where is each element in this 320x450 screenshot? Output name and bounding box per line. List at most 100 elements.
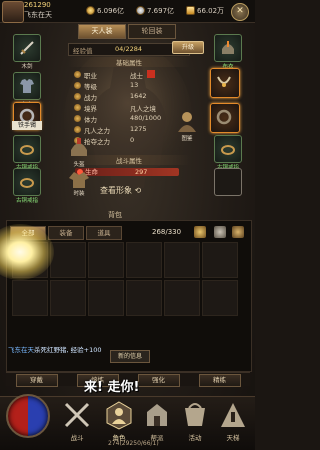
ring-icon — [20, 178, 34, 188]
stat-row: 体力 480/1000 — [74, 114, 174, 124]
bell-icon[interactable] — [214, 226, 226, 238]
sort-icon[interactable] — [194, 226, 206, 238]
stat-key: 体力 — [84, 116, 97, 124]
equip-slot-bracelet-right[interactable] — [210, 103, 240, 133]
bracelet-icon — [216, 109, 232, 125]
stat-row: 等级 13 — [74, 81, 174, 91]
view-appearance-label: 查看形象 — [100, 186, 132, 195]
bag-capacity: 268/330 — [152, 228, 182, 236]
player-avatar[interactable] — [2, 1, 24, 23]
equip-slot-ring-left[interactable]: 古铜戒指 — [13, 135, 41, 171]
equip-slot-empty[interactable] — [214, 168, 242, 196]
class-flag-icon — [147, 70, 155, 78]
bag-cell[interactable] — [126, 280, 162, 316]
gold-display: 6.096亿 — [86, 5, 124, 16]
stat-key: 战力 — [84, 94, 97, 102]
chat-line: 飞东在天杀死红野猪, 经验+100 — [8, 344, 102, 354]
bag-cell[interactable] — [12, 280, 48, 316]
ladder-icon[interactable] — [218, 400, 248, 430]
stat-key: 职业 — [84, 72, 97, 80]
view-appearance-link[interactable]: 查看形象 ⟲ — [100, 185, 141, 196]
stat-value: 战士 — [130, 72, 143, 80]
close-button[interactable]: ✕ — [231, 3, 249, 21]
ring-icon — [20, 145, 34, 155]
game-screen: 261290 飞东在天 6.096亿 7.697亿 66.02万 ✕ 天人装 轮… — [0, 0, 255, 450]
bag-cell[interactable] — [126, 242, 162, 278]
equip-slot-ring2-left[interactable]: 古铜戒指 — [13, 168, 41, 204]
necklace-icon — [217, 76, 231, 87]
bag-cell[interactable] — [50, 242, 86, 278]
stat-icon — [74, 93, 81, 100]
stat-key: 境界 — [84, 105, 97, 113]
stat-value: 480/1000 — [130, 114, 162, 122]
helmet-tab[interactable]: 头盔 — [66, 134, 92, 168]
swirl-icon: ⟲ — [134, 186, 142, 195]
coordinates: 274(29250/66/1) — [108, 440, 159, 447]
silver-value: 7.697亿 — [147, 6, 175, 15]
stat-value: 1275 — [130, 125, 147, 133]
upgrade-button[interactable]: 升级 — [172, 41, 204, 54]
new-info-button[interactable]: 新的信息 — [110, 350, 150, 363]
figure-collection-button[interactable]: 图鉴 — [174, 108, 200, 142]
life-value: 297 — [135, 168, 148, 176]
stat-row: 境界 凡人之境 — [74, 103, 174, 113]
stat-icon — [74, 82, 81, 89]
bag-tab-items[interactable]: 道具 — [86, 226, 122, 240]
tab-tianren[interactable]: 天人装 — [78, 24, 126, 39]
equip-slot-armor[interactable]: 布衣 — [13, 72, 41, 108]
enhance-button[interactable]: 强化 — [137, 374, 180, 387]
bag-cell[interactable] — [164, 280, 200, 316]
bag-expand-icon[interactable] — [232, 226, 244, 238]
stat-icon — [74, 126, 81, 133]
event-icon[interactable] — [180, 400, 210, 430]
helmet-icon — [71, 138, 87, 156]
equip-button[interactable]: 穿戴 — [15, 374, 58, 387]
stat-value: 凡人之境 — [130, 105, 156, 113]
bag-cell[interactable] — [202, 280, 238, 316]
bag-tab-equipment[interactable]: 装备 — [48, 226, 84, 240]
fashion-button[interactable]: 时装 — [66, 166, 92, 197]
top-bar: 261290 飞东在天 6.096亿 7.697亿 66.02万 ✕ — [0, 0, 255, 23]
bag-cell[interactable] — [164, 242, 200, 278]
equip-slot-helmet[interactable]: 布衣 — [214, 34, 242, 70]
hp-mp-orb — [6, 394, 50, 438]
gold-value: 6.096亿 — [97, 6, 125, 15]
exp-label: 经验值 — [73, 47, 93, 55]
equip-slot-necklace[interactable] — [210, 68, 240, 98]
bag-cell[interactable] — [88, 280, 124, 316]
sword-icon — [20, 41, 34, 55]
bag-cell[interactable] — [50, 280, 86, 316]
stat-row: 凡人之力 1275 — [74, 125, 174, 135]
refine-button[interactable]: 精练 — [198, 374, 241, 387]
battle-icon[interactable] — [62, 400, 92, 430]
stat-value: 1642 — [130, 92, 147, 100]
figure-label: 图鉴 — [181, 136, 193, 142]
stat-row: 职业 战士 — [74, 70, 174, 80]
equip-label: 古铜戒指 — [15, 198, 38, 204]
ring-icon — [221, 145, 235, 155]
silver-coin-icon — [136, 6, 145, 15]
stat-value: 0 — [130, 136, 135, 144]
silver-display: 7.697亿 — [136, 5, 174, 16]
stat-icon — [74, 115, 81, 122]
figure-icon — [178, 112, 196, 132]
player-level: 261290 — [24, 1, 51, 9]
guild-icon[interactable] — [142, 400, 172, 430]
armor-icon — [222, 41, 234, 54]
exp-value: 04/2284 — [115, 45, 143, 53]
ingot-icon — [186, 6, 195, 15]
stat-value: 13 — [130, 81, 139, 89]
chat-sender[interactable]: 飞东在天 — [8, 346, 34, 354]
equip-label-tooltip: 铁手镯 — [12, 121, 42, 130]
equip-slot-weapon[interactable]: 木剑 — [13, 34, 41, 70]
stat-row: 战力 1642 — [74, 92, 174, 102]
basic-attributes-title: 基础属性 — [68, 57, 190, 67]
nav-event-label: 活动 — [188, 434, 202, 442]
armor-icon — [20, 79, 34, 93]
bag-cell[interactable] — [202, 242, 238, 278]
bag-cell[interactable] — [88, 242, 124, 278]
character-icon[interactable] — [104, 400, 134, 430]
equip-slot-ring-right[interactable]: 古铜戒指 — [214, 135, 242, 171]
tab-lunhui[interactable]: 轮回装 — [128, 24, 176, 39]
panel-tabs: 天人装 轮回装 — [78, 24, 176, 39]
